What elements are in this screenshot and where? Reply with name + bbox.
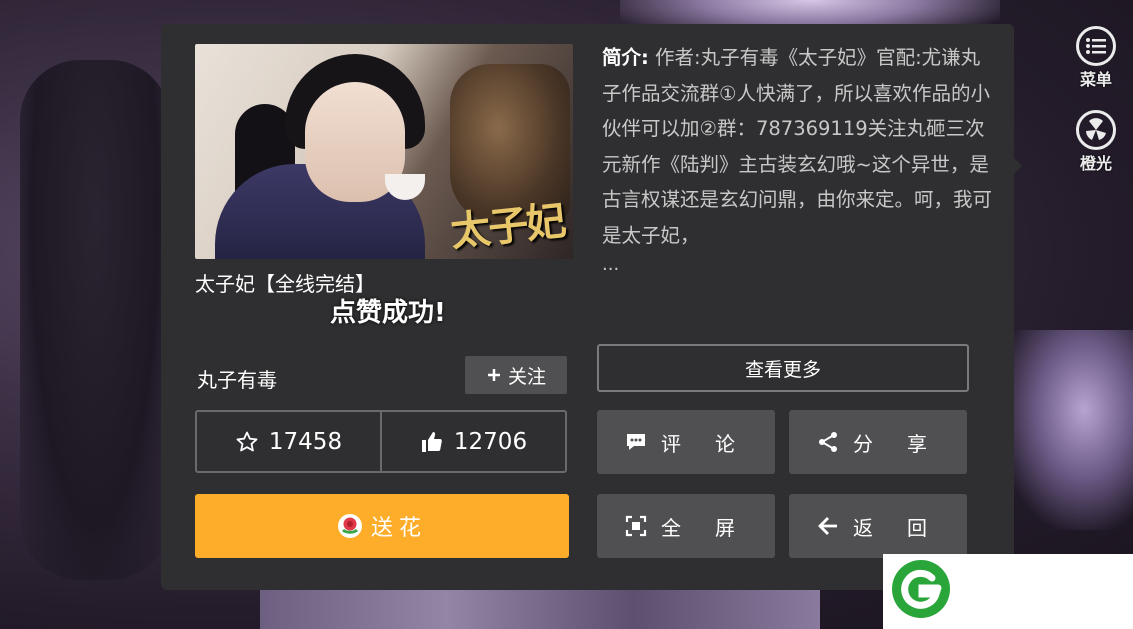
fullscreen-icon — [625, 515, 647, 537]
fullscreen-button[interactable]: 全屏 — [597, 494, 775, 558]
intro-text: 作者:丸子有毒《太子妃》官配:尤谦丸子作品交流群①人快满了，所以喜欢作品的小伙伴… — [602, 46, 993, 247]
green-logo-icon — [892, 560, 950, 618]
star-outline-icon — [236, 431, 258, 451]
follow-label: 关注 — [507, 365, 546, 388]
send-flower-label: 送花 — [370, 516, 427, 541]
like-button[interactable]: 12706 — [380, 412, 565, 471]
share-label: 分享 — [853, 431, 961, 456]
orange-logo-icon — [1076, 110, 1116, 150]
like-success-toast: 点赞成功! — [330, 298, 446, 328]
background-bottom — [260, 585, 820, 629]
fullscreen-label: 全屏 — [661, 515, 769, 540]
comment-label: 评论 — [661, 431, 769, 456]
side-menu-label: 菜单 — [1079, 70, 1112, 89]
back-label: 返回 — [853, 515, 961, 540]
plus-icon — [487, 369, 500, 381]
stats-box: 17458 12706 — [195, 410, 567, 473]
book-detail-dialog: 太子妃 太子妃【全线完结】 简介: 作者:丸子有毒《太子妃》官配:尤谦丸子作品交… — [161, 24, 1014, 590]
flower-icon — [337, 514, 362, 538]
view-more-button[interactable]: 查看更多 — [597, 344, 969, 392]
intro-ellipsis: ... — [602, 254, 620, 275]
thumbs-up-icon — [421, 431, 442, 452]
favorite-count: 17458 — [268, 428, 343, 455]
comment-icon — [627, 434, 645, 450]
intro-label: 简介: — [602, 46, 649, 69]
background-light — [1000, 330, 1133, 530]
favorite-button[interactable]: 17458 — [197, 412, 380, 471]
like-count: 12706 — [453, 428, 528, 455]
share-button[interactable]: 分享 — [789, 410, 967, 474]
book-intro: 简介: 作者:丸子有毒《太子妃》官配:尤谦丸子作品交流群①人快满了，所以喜欢作品… — [602, 40, 992, 253]
comment-button[interactable]: 评论 — [597, 410, 775, 474]
side-orange-label: 橙光 — [1079, 154, 1112, 173]
arrow-left-icon — [818, 517, 837, 535]
send-flower-button[interactable]: 送花 — [195, 494, 569, 558]
background-figure — [20, 60, 170, 580]
follow-button[interactable]: 关注 — [465, 356, 567, 394]
side-menu-button[interactable]: 菜单 — [1068, 26, 1124, 90]
back-button[interactable]: 返回 — [789, 494, 967, 558]
side-orange-button[interactable]: 橙光 — [1068, 110, 1124, 174]
watermark-logo — [883, 554, 1133, 629]
book-cover[interactable]: 太子妃 — [195, 44, 573, 259]
menu-list-icon — [1076, 26, 1116, 66]
share-icon — [819, 432, 837, 452]
cover-title-text: 太子妃 — [448, 197, 567, 256]
author-name: 丸子有毒 — [197, 368, 277, 392]
